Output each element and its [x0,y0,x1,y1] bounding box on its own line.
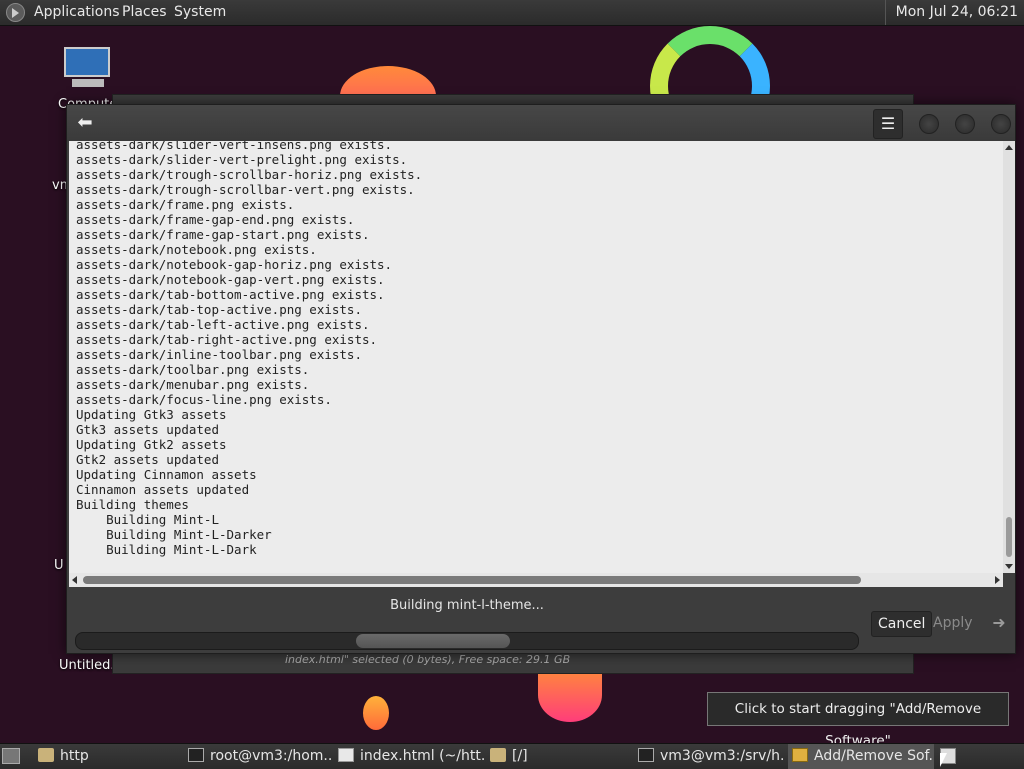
apply-button[interactable]: Apply [927,611,979,635]
log-line: assets-dark/notebook.png exists. [76,242,317,257]
task-terminal-root[interactable]: root@vm3:/hom... [188,744,332,769]
scroll-up-icon[interactable] [1005,145,1013,150]
show-desktop-icon[interactable] [2,748,20,764]
log-output[interactable]: assets-dark/slider-vert-insens.png exist… [69,141,1003,573]
add-remove-software-dialog: ⬅ ☰ assets-dark/slider-vert-insens.png e… [66,104,1016,654]
scrollbar-thumb[interactable] [1006,517,1012,557]
close-button[interactable] [991,114,1011,134]
log-line: Updating Gtk2 assets [76,437,227,452]
scrollbar-thumb[interactable] [83,576,861,584]
log-line: Gtk3 assets updated [76,422,219,437]
log-line: Building themes [76,497,189,512]
progress-pulse [356,634,510,648]
log-line: Cinnamon assets updated [76,482,250,497]
menu-logo-icon[interactable] [6,3,25,22]
log-line: assets-dark/trough-scrollbar-horiz.png e… [76,167,423,182]
task-root-folder[interactable]: [/] [490,744,630,769]
cancel-button[interactable]: Cancel [871,611,933,637]
log-line: assets-dark/slider-vert-prelight.png exi… [76,152,408,167]
folder-icon [38,748,54,762]
log-line: Updating Cinnamon assets [76,467,257,482]
log-line: Building Mint-L-Dark [76,542,257,557]
titlebar[interactable]: ⬅ ☰ [67,105,1015,141]
desktop-icon-label[interactable]: U [54,558,64,573]
mouse-cursor-icon [940,753,947,767]
log-line: assets-dark/slider-vert-insens.png exist… [76,141,393,152]
system-menu[interactable]: System [174,0,226,25]
log-line: Building Mint-L [76,512,219,527]
wallpaper-shape [538,668,602,722]
top-panel: Applications Places System Mon Jul 24, 0… [0,0,1024,26]
log-line: assets-dark/focus-line.png exists. [76,392,332,407]
task-http[interactable]: http [38,744,178,769]
package-icon [792,748,808,762]
log-line: assets-dark/frame-gap-end.png exists. [76,212,355,227]
minimize-button[interactable] [919,114,939,134]
terminal-icon [638,748,654,762]
progress-bar [75,632,859,650]
log-text: assets-dark/slider-vert-insens.png exist… [76,141,422,557]
log-line: assets-dark/frame.png exists. [76,197,295,212]
log-line: assets-dark/trough-scrollbar-vert.png ex… [76,182,415,197]
horizontal-scrollbar[interactable] [69,573,1003,587]
log-line: assets-dark/notebook-gap-horiz.png exist… [76,257,393,272]
file-manager-status: index.html" selected (0 bytes), Free spa… [285,653,571,666]
scroll-down-icon[interactable] [1005,564,1013,569]
task-text-editor[interactable]: index.html (~/htt... [338,744,484,769]
text-editor-icon [338,748,354,762]
task-terminal-vm3[interactable]: vm3@vm3:/srv/h... [638,744,784,769]
terminal-icon [188,748,204,762]
clock[interactable]: Mon Jul 24, 06:21 [884,0,1024,25]
log-line: assets-dark/menubar.png exists. [76,377,310,392]
log-line: assets-dark/notebook-gap-vert.png exists… [76,272,385,287]
log-line: Building Mint-L-Darker [76,527,272,542]
wallpaper-shape [363,696,389,730]
task-add-remove-software[interactable]: Add/Remove Sof... [788,744,934,769]
maximize-button[interactable] [955,114,975,134]
places-menu[interactable]: Places [122,0,167,25]
taskbar: http root@vm3:/hom... index.html (~/htt.… [0,743,1024,769]
log-line: assets-dark/tab-right-active.png exists. [76,332,378,347]
log-line: assets-dark/tab-left-active.png exists. [76,317,370,332]
log-line: Updating Gtk3 assets [76,407,227,422]
computer-icon[interactable] [64,47,112,93]
progress-status: Building mint-l-theme... [390,598,544,613]
folder-icon [490,748,506,762]
scroll-left-icon[interactable] [72,576,77,584]
hamburger-menu-icon[interactable]: ☰ [873,109,903,139]
desktop-icon-label[interactable]: Untitled. [59,658,115,673]
vertical-scrollbar[interactable] [1003,141,1015,573]
back-arrow-icon[interactable]: ⬅ [71,110,99,136]
scroll-right-icon[interactable] [995,576,1000,584]
log-line: assets-dark/tab-top-active.png exists. [76,302,362,317]
log-line: assets-dark/frame-gap-start.png exists. [76,227,370,242]
drag-tooltip: Click to start dragging "Add/Remove Soft… [707,692,1009,749]
next-arrow-icon[interactable]: ➜ [983,611,1015,635]
log-line: assets-dark/toolbar.png exists. [76,362,310,377]
log-line: assets-dark/tab-bottom-active.png exists… [76,287,385,302]
log-line: Gtk2 assets updated [76,452,219,467]
applications-menu[interactable]: Applications [34,0,120,25]
log-line: assets-dark/inline-toolbar.png exists. [76,347,362,362]
